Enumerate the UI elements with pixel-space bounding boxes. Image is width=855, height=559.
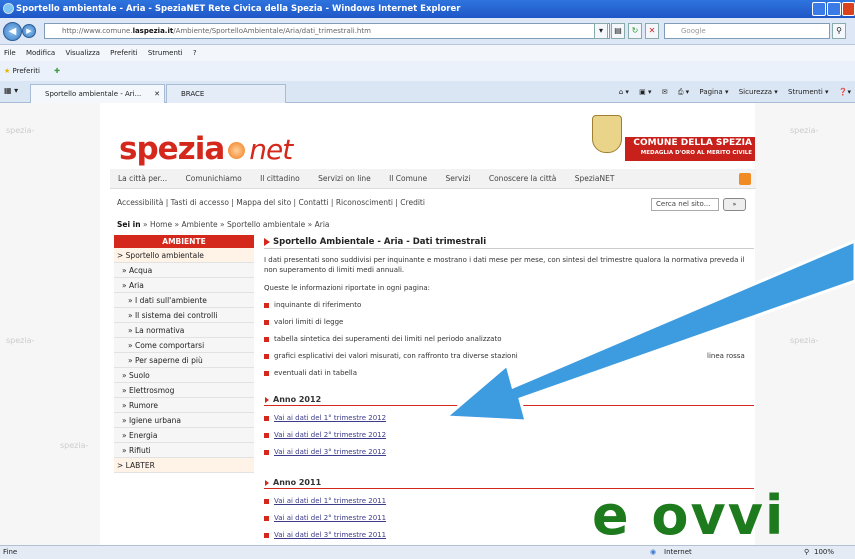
- status-bar: Fine ◉ Internet ⚲ 100%: [0, 545, 855, 559]
- refresh-icon[interactable]: ↻: [628, 23, 642, 39]
- forward-button[interactable]: ▶: [22, 24, 36, 38]
- address-toolbar: ◀ ▶ http://www.comune.laspezia.it/Ambien…: [0, 18, 855, 45]
- feeds-icon[interactable]: ▣ ▾: [639, 88, 651, 96]
- compatibility-icon[interactable]: ▤: [611, 23, 625, 39]
- zone-label: Internet: [664, 548, 692, 556]
- overlay-caption: e ovvi: [592, 484, 786, 545]
- menu-help[interactable]: ?: [193, 49, 197, 57]
- dropdown-icon[interactable]: ▾: [594, 23, 608, 39]
- quick-tabs-icon[interactable]: ▦ ▾: [4, 86, 18, 95]
- window-titlebar: Sportello ambientale - Aria - SpeziaNET …: [0, 0, 855, 18]
- menu-preferiti[interactable]: Preferiti: [110, 49, 137, 57]
- zoom-icon[interactable]: ⚲: [804, 546, 809, 559]
- address-bar[interactable]: http://www.comune.laspezia.it/Ambiente/S…: [44, 23, 610, 39]
- tab-brace[interactable]: BRACE: [166, 84, 286, 103]
- window-title: Sportello ambientale - Aria - SpeziaNET …: [16, 4, 461, 14]
- stop-icon[interactable]: ✕: [645, 23, 659, 39]
- tab-bar: ▦ ▾ Sportello ambientale - Ari... ✕ BRAC…: [0, 81, 855, 103]
- back-button[interactable]: ◀: [3, 22, 22, 41]
- arrow-shape: [442, 239, 855, 423]
- menu-bar: File Modifica Visualizza Preferiti Strum…: [0, 45, 855, 61]
- command-bar: ⌂ ▾ ▣ ▾ ✉ ⎙ ▾ Pagina ▾ Sicurezza ▾ Strum…: [611, 84, 851, 100]
- page-menu[interactable]: Pagina ▾: [699, 88, 728, 96]
- menu-file[interactable]: File: [4, 49, 16, 57]
- mail-icon[interactable]: ✉: [662, 88, 668, 96]
- close-window-button[interactable]: [842, 2, 855, 16]
- tools-menu[interactable]: Strumenti ▾: [788, 88, 829, 96]
- zoom-level[interactable]: 100%: [814, 546, 834, 559]
- favorites-button[interactable]: Preferiti: [13, 67, 40, 75]
- menu-visualizza[interactable]: Visualizza: [65, 49, 99, 57]
- security-menu[interactable]: Sicurezza ▾: [739, 88, 778, 96]
- menu-modifica[interactable]: Modifica: [26, 49, 55, 57]
- tab-sportello[interactable]: Sportello ambientale - Ari... ✕: [30, 84, 165, 103]
- print-icon[interactable]: ⎙ ▾: [678, 88, 689, 96]
- favorites-bar: ★ Preferiti ✚: [0, 61, 855, 81]
- search-icon[interactable]: ⚲: [832, 23, 846, 39]
- menu-strumenti[interactable]: Strumenti: [148, 49, 183, 57]
- globe-icon: ◉: [650, 548, 657, 556]
- overlay-arrow: [442, 239, 855, 423]
- home-icon[interactable]: ⌂ ▾: [619, 88, 629, 96]
- minimize-button[interactable]: [812, 2, 826, 16]
- browser-search-input[interactable]: Google: [664, 23, 830, 39]
- star-icon: ★: [4, 67, 11, 75]
- page-content: spezia- spezia- spezia- spezia- spezia- …: [0, 103, 855, 545]
- help-icon[interactable]: ❓▾: [839, 88, 851, 96]
- add-favorite-icon[interactable]: ✚: [54, 67, 60, 75]
- close-tab-icon[interactable]: ✕: [154, 85, 160, 103]
- status-text: Fine: [3, 548, 18, 556]
- ie-logo-icon: [3, 3, 14, 14]
- maximize-button[interactable]: [827, 2, 841, 16]
